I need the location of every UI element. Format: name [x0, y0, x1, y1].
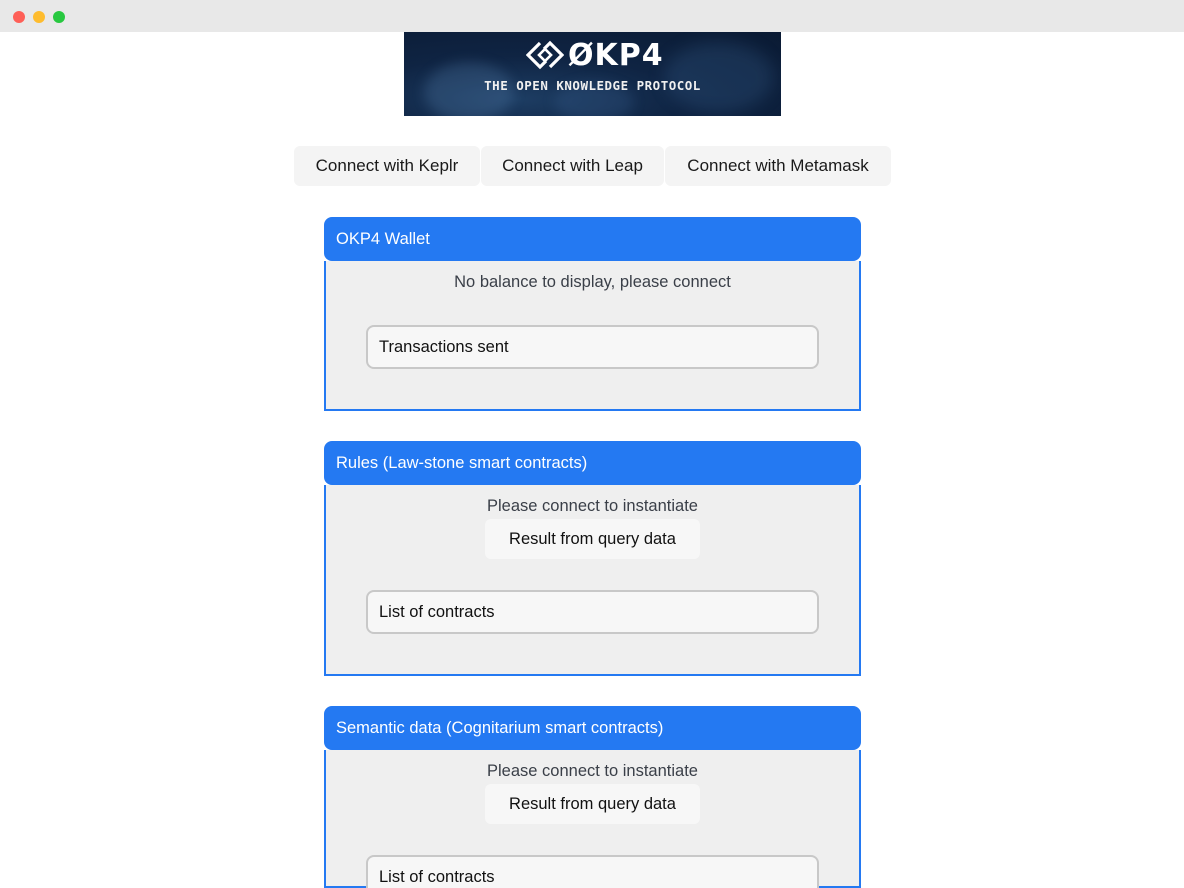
rules-status-text: Please connect to instantiate: [487, 497, 698, 515]
connect-leap-button[interactable]: Connect with Leap: [481, 146, 664, 186]
semantic-card-header: Semantic data (Cognitarium smart contrac…: [324, 706, 861, 750]
window-titlebar: [0, 0, 1184, 32]
maximize-window-icon[interactable]: [53, 11, 65, 23]
banner-subtitle: THE OPEN KNOWLEDGE PROTOCOL: [484, 78, 701, 93]
rules-contracts-list[interactable]: List of contracts: [366, 590, 819, 634]
wallet-card-header: OKP4 Wallet: [324, 217, 861, 261]
banner-title: ØKP4: [568, 37, 664, 73]
close-window-icon[interactable]: [13, 11, 25, 23]
minimize-window-icon[interactable]: [33, 11, 45, 23]
rules-card-body: Please connect to instantiate Result fro…: [324, 485, 861, 676]
connect-keplr-button[interactable]: Connect with Keplr: [294, 146, 480, 186]
semantic-contracts-list[interactable]: List of contracts: [366, 855, 819, 888]
semantic-status-text: Please connect to instantiate: [487, 762, 698, 780]
connect-metamask-button[interactable]: Connect with Metamask: [665, 146, 891, 186]
okp4-banner: ØKP4 THE OPEN KNOWLEDGE PROTOCOL: [404, 32, 781, 116]
rules-query-button[interactable]: Result from query data: [485, 519, 700, 559]
okp4-logo: ØKP4: [526, 37, 664, 73]
semantic-query-button[interactable]: Result from query data: [485, 784, 700, 824]
transactions-sent-field[interactable]: Transactions sent: [366, 325, 819, 369]
okp4-logo-icon: [526, 40, 564, 70]
wallet-status-text: No balance to display, please connect: [454, 273, 731, 291]
wallet-card-body: No balance to display, please connect Tr…: [324, 261, 861, 411]
rules-card-header: Rules (Law-stone smart contracts): [324, 441, 861, 485]
semantic-card-body: Please connect to instantiate Result fro…: [324, 750, 861, 888]
